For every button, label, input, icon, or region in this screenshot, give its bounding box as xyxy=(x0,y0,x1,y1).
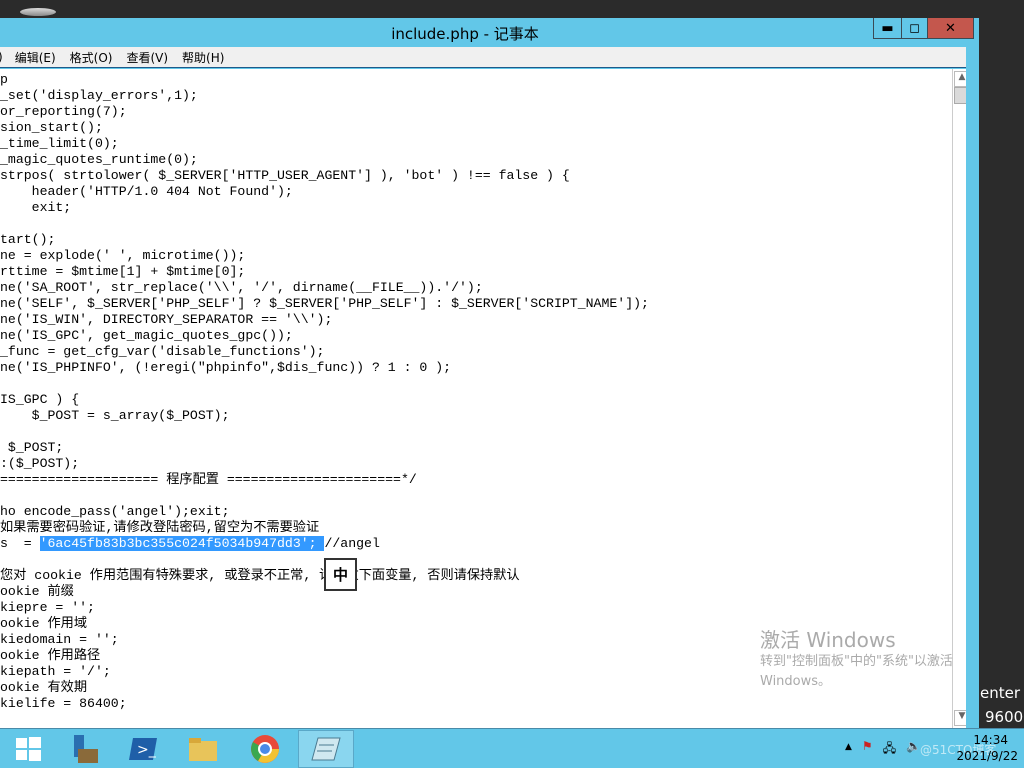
watermark-line: 转到"控制面板"中的"系统"以激活 xyxy=(760,654,953,669)
svg-text:>_: >_ xyxy=(137,742,157,758)
code-line: kiedomain = ''; xyxy=(0,632,119,647)
code-line: ookie 作用路径 xyxy=(0,648,101,663)
code-line: p xyxy=(0,72,8,87)
code-line: rttime = $mtime[1] + $mtime[0]; xyxy=(0,264,246,279)
code-line: $_POST = s_array($_POST); xyxy=(0,408,230,423)
code-line: sion_start(); xyxy=(0,120,103,135)
code-line: :($_POST); xyxy=(0,456,80,471)
action-center-flag-icon[interactable]: ⚑ xyxy=(862,739,873,760)
vertical-scrollbar[interactable]: ▲ ▼ xyxy=(952,69,966,728)
code-line: kielife = 86400; xyxy=(0,696,127,711)
notepad-window: include.php - 记事本 ▬ ◻ ✕ ) 编辑(E) 格式(O) 查看… xyxy=(0,18,979,728)
scroll-thumb[interactable] xyxy=(954,87,966,104)
menu-bar: ) 编辑(E) 格式(O) 查看(V) 帮助(H) xyxy=(0,47,966,68)
clock-time: 14:34 xyxy=(973,733,1008,747)
code-line: _magic_quotes_runtime(0); xyxy=(0,152,198,167)
scroll-down-icon[interactable]: ▼ xyxy=(954,710,966,726)
code-line: kiepre = ''; xyxy=(0,600,95,615)
volume-icon[interactable]: 🔈 xyxy=(906,739,921,760)
network-icon[interactable]: 🖧 xyxy=(883,739,896,760)
file-explorer-button[interactable] xyxy=(175,730,231,768)
code-line: 如果需要密码验证,请修改登陆密码,留空为不需要验证 xyxy=(0,520,320,535)
code-line: ne('IS_GPC', get_magic_quotes_gpc()); xyxy=(0,328,293,343)
code-line: _func = get_cfg_var('disable_functions')… xyxy=(0,344,325,359)
code-line: strpos( strtolower( $_SERVER['HTTP_USER_… xyxy=(0,168,570,183)
code-line: $_POST; xyxy=(0,440,64,455)
code-line: ne = explode(' ', microtime()); xyxy=(0,248,246,263)
code-line: _time_limit(0); xyxy=(0,136,119,151)
menu-view[interactable]: 查看(V) xyxy=(126,49,168,66)
menu-file-partial[interactable]: ) xyxy=(0,50,3,64)
clock-date: 2021/9/22 xyxy=(956,749,1018,763)
watermark-line: Windows。 xyxy=(760,674,832,689)
ime-indicator[interactable]: 中 xyxy=(324,558,357,591)
window-title: include.php - 记事本 xyxy=(391,25,539,43)
code-line: ho encode_pass('angel');exit; xyxy=(0,504,230,519)
desktop-icon[interactable] xyxy=(20,8,56,16)
code-line: ne('IS_WIN', DIRECTORY_SEPARATOR == '\\'… xyxy=(0,312,333,327)
chrome-button[interactable] xyxy=(237,730,293,768)
code-line: ==================== 程序配置 ==============… xyxy=(0,472,417,487)
code-line: IS_GPC ) { xyxy=(0,392,80,407)
background-text: 9600 xyxy=(985,708,1024,726)
powershell-icon: >_ xyxy=(129,738,157,760)
show-hidden-icons-icon[interactable]: ▲ xyxy=(845,742,852,760)
maximize-button[interactable]: ◻ xyxy=(901,18,928,39)
code-line: ookie 有效期 xyxy=(0,680,88,695)
watermark-title: 激活 Windows xyxy=(760,628,896,652)
background-text: enter xyxy=(980,684,1021,702)
browser-icon xyxy=(251,735,279,763)
code-line: or_reporting(7); xyxy=(0,104,127,119)
taskbar: >_ ▲ ⚑ 🖧 🔈 @51CTO博客 14:34 2021/9/22 xyxy=(0,728,1024,768)
code-line: header('HTTP/1.0 404 Not Found'); xyxy=(0,184,293,199)
selected-text: '6ac45fb83b3bc355c024f5034b947dd3'; xyxy=(39,536,325,551)
system-tray: ▲ ⚑ 🖧 🔈 xyxy=(845,739,921,760)
code-text: p _set('display_errors',1); or_reporting(7… xyxy=(0,72,649,712)
code-line: ne('SA_ROOT', str_replace('\\', '/', dir… xyxy=(0,280,483,295)
notepad-taskbar-button[interactable] xyxy=(298,730,354,768)
code-line: ne('SELF', $_SERVER['PHP_SELF'] ? $_SERV… xyxy=(0,296,649,311)
menu-edit[interactable]: 编辑(E) xyxy=(15,49,56,66)
server-manager-icon xyxy=(74,735,98,763)
scroll-up-icon[interactable]: ▲ xyxy=(954,71,966,87)
code-line: s = '6ac45fb83b3bc355c024f5034b947dd3'; … xyxy=(0,536,380,551)
code-line: tart(); xyxy=(0,232,56,247)
minimize-button[interactable]: ▬ xyxy=(873,18,902,39)
menu-format[interactable]: 格式(O) xyxy=(70,49,113,66)
powershell-button[interactable]: >_ xyxy=(115,730,171,768)
start-button[interactable] xyxy=(0,730,56,768)
code-line: ne('IS_PHPINFO', (!eregi("phpinfo",$dis_… xyxy=(0,360,452,375)
menu-help[interactable]: 帮助(H) xyxy=(182,49,224,66)
code-line: exit; xyxy=(0,200,72,215)
windows-logo-icon xyxy=(16,737,41,761)
code-line: ookie 作用域 xyxy=(0,616,88,631)
code-line: _set('display_errors',1); xyxy=(0,88,198,103)
server-manager-button[interactable] xyxy=(55,730,111,768)
title-bar[interactable]: include.php - 记事本 ▬ ◻ ✕ xyxy=(0,18,979,47)
clock[interactable]: 14:34 2021/9/22 xyxy=(940,732,1018,764)
code-line: kiepath = '/'; xyxy=(0,664,111,679)
close-button[interactable]: ✕ xyxy=(927,18,974,39)
notepad-icon xyxy=(311,737,341,761)
folder-icon xyxy=(189,738,217,761)
activation-watermark: 激活 Windows 转到"控制面板"中的"系统"以激活 Windows。 xyxy=(760,628,953,692)
